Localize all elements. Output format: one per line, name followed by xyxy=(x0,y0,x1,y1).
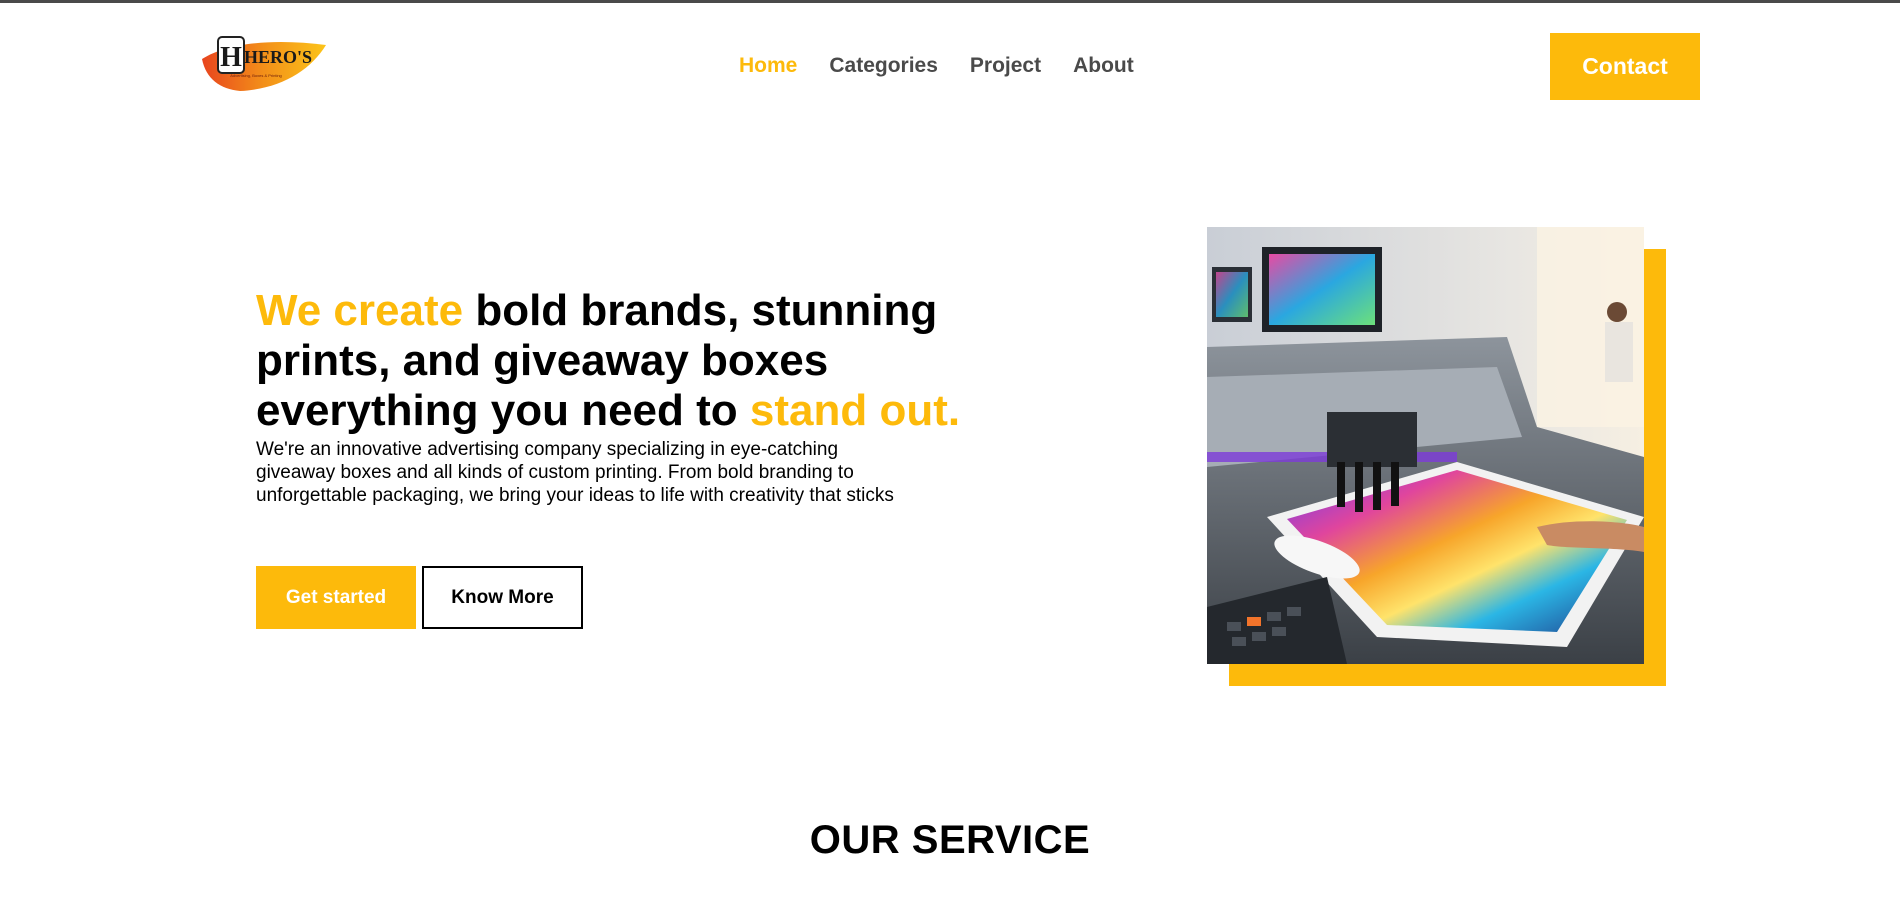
main-nav: Home Categories Project About xyxy=(739,54,1166,78)
svg-text:H: H xyxy=(220,42,242,73)
logo-text: HERO'S xyxy=(244,47,312,67)
nav-home[interactable]: Home xyxy=(739,54,797,78)
nav-project[interactable]: Project xyxy=(970,54,1041,78)
get-started-button[interactable]: Get started xyxy=(256,566,416,629)
contact-button[interactable]: Contact xyxy=(1550,33,1700,100)
hero-title-accent-1: We create xyxy=(256,286,464,335)
nav-categories[interactable]: Categories xyxy=(829,54,938,78)
logo[interactable]: H HERO'S Advertising, Boxes & Printing xyxy=(200,31,330,97)
nav-about[interactable]: About xyxy=(1073,54,1134,78)
logo-tagline: Advertising, Boxes & Printing xyxy=(230,73,282,78)
section-title-our-service: OUR SERVICE xyxy=(809,818,1091,862)
printer-photo-icon xyxy=(1207,227,1644,664)
hero-description: We're an innovative advertising company … xyxy=(256,439,894,506)
top-rule xyxy=(0,0,1900,3)
know-more-button[interactable]: Know More xyxy=(422,566,583,629)
hero-title: We create bold brands, stunning prints, … xyxy=(256,286,1016,436)
hero-title-accent-2: stand out. xyxy=(749,386,961,435)
